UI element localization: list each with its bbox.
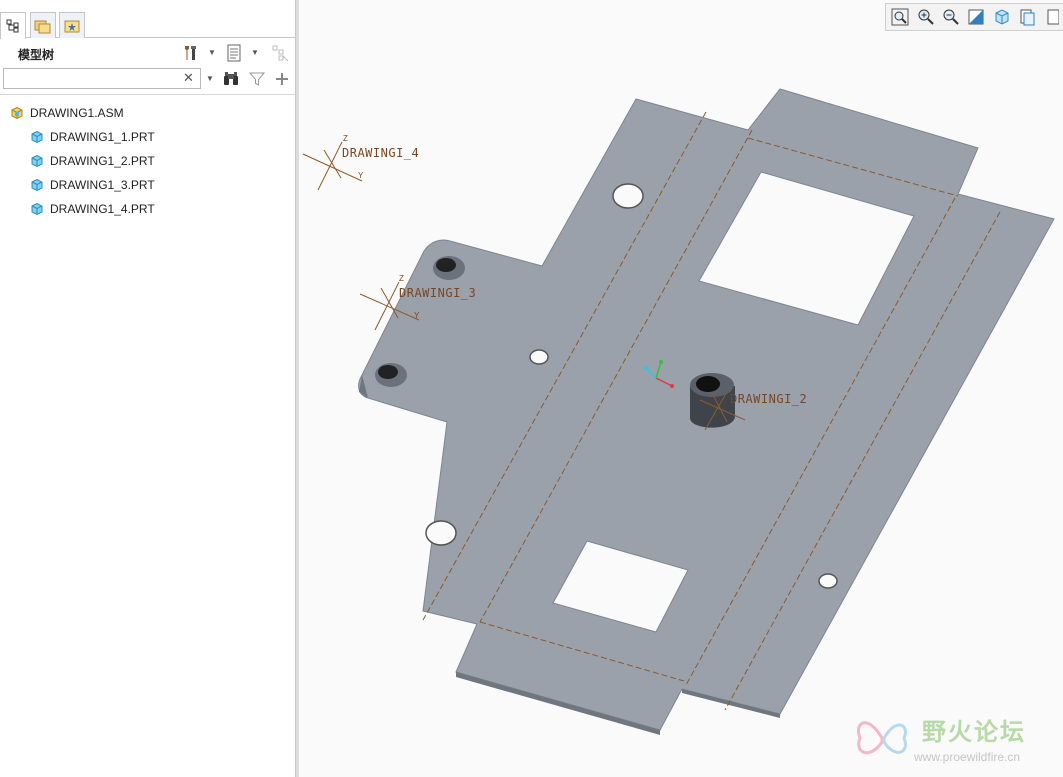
watermark-title: 野火论坛 xyxy=(922,718,1026,746)
axis-label-z: Z xyxy=(343,134,348,143)
tree-item-label: DRAWING1.ASM xyxy=(30,106,124,120)
zoom-out-icon xyxy=(943,9,959,25)
zoom-out-button[interactable] xyxy=(941,6,961,28)
graphics-viewport[interactable]: Z Y DRAWINGI_4 Z Y DRAWINGI_3 DRAWINGI_2 xyxy=(300,0,1063,777)
csys-label: DRAWINGI_4 xyxy=(342,146,419,160)
settings-dropdown-caret[interactable]: ▼ xyxy=(208,48,216,57)
tree-item-root[interactable]: DRAWING1.ASM xyxy=(0,101,296,125)
clear-search-icon[interactable]: ✕ xyxy=(183,70,194,86)
tab-favorites[interactable] xyxy=(59,12,85,38)
tree-item-label: DRAWING1_1.PRT xyxy=(50,130,155,144)
saved-orientations-button[interactable] xyxy=(992,6,1012,28)
mounting-hole xyxy=(818,573,838,589)
saved-orientations-icon xyxy=(995,9,1009,25)
mounting-hole xyxy=(612,183,644,209)
folder-browser-icon xyxy=(34,20,51,33)
tree-separator xyxy=(0,94,296,95)
mounting-hole xyxy=(529,349,549,365)
model-tree-icon xyxy=(6,19,19,33)
settings-tools-icon[interactable] xyxy=(181,43,201,63)
axis-label-y: Y xyxy=(414,311,420,320)
display-style-button[interactable] xyxy=(1043,6,1063,28)
tree-item-part[interactable]: DRAWING1_1.PRT xyxy=(0,125,296,149)
model-tree: DRAWING1.ASM DRAWING1_1.PRT DRAWING1_2.P… xyxy=(0,101,296,221)
boss-hole xyxy=(378,365,398,379)
butterfly-logo-icon xyxy=(857,721,907,755)
tree-item-label: DRAWING1_2.PRT xyxy=(50,154,155,168)
refit-button[interactable] xyxy=(890,6,910,28)
show-dropdown-caret[interactable]: ▼ xyxy=(251,48,259,57)
watermark-url: www.proewildfire.cn xyxy=(914,750,1021,764)
search-input[interactable] xyxy=(3,68,201,89)
standoff-hole xyxy=(696,376,720,392)
csys-label: DRAWINGI_3 xyxy=(399,286,476,300)
watermark: 野火论坛 www.proewildfire.cn xyxy=(852,708,1060,772)
find-binoculars-icon[interactable] xyxy=(221,68,241,89)
navigator-tabs xyxy=(0,8,296,39)
tree-filter-disabled-icon[interactable] xyxy=(270,43,290,63)
filter-icon[interactable] xyxy=(247,68,267,89)
axis-label-z: Z xyxy=(399,274,404,283)
tree-item-part[interactable]: DRAWING1_4.PRT xyxy=(0,197,296,221)
panel-splitter[interactable] xyxy=(295,0,299,777)
tree-item-label: DRAWING1_3.PRT xyxy=(50,178,155,192)
model-tree-header: 模型树 ▼ ▼ xyxy=(0,40,296,66)
part-icon xyxy=(31,130,43,144)
refit-icon xyxy=(891,8,909,26)
zoom-in-button[interactable] xyxy=(915,6,935,28)
model-tree-search-row: ✕ ▼ xyxy=(0,67,296,91)
add-column-icon[interactable] xyxy=(272,68,292,89)
navigator-panel: 模型树 ▼ ▼ ✕ ▼ DRAWING1.ASM DRAWING1_1.PRT … xyxy=(0,0,296,777)
assembly-icon xyxy=(11,106,23,120)
mounting-hole xyxy=(425,520,457,546)
axis-label-y: Y xyxy=(358,171,364,180)
repaint-button[interactable] xyxy=(966,6,986,28)
zoom-in-icon xyxy=(918,9,934,25)
graphics-toolbar xyxy=(885,3,1063,31)
named-views-icon xyxy=(1020,9,1035,26)
tab-folder-browser[interactable] xyxy=(30,12,56,38)
boss-hole xyxy=(436,258,456,272)
tab-model-tree[interactable] xyxy=(0,12,26,39)
app-window: 模型树 ▼ ▼ ✕ ▼ DRAWING1.ASM DRAWING1_1.PRT … xyxy=(0,0,1063,777)
repaint-icon xyxy=(968,9,984,25)
display-style-icon xyxy=(1047,9,1059,25)
part-icon xyxy=(31,202,43,216)
tree-item-part[interactable]: DRAWING1_3.PRT xyxy=(0,173,296,197)
search-history-caret[interactable]: ▼ xyxy=(206,74,214,83)
model-tree-title: 模型树 xyxy=(18,48,55,62)
favorites-icon xyxy=(64,20,80,32)
show-list-icon[interactable] xyxy=(224,43,244,63)
tree-item-label: DRAWING1_4.PRT xyxy=(50,202,155,216)
csys-label: DRAWINGI_2 xyxy=(730,392,807,406)
csys-drawing4[interactable]: Z Y xyxy=(302,134,364,191)
part-icon xyxy=(31,178,43,192)
named-views-button[interactable] xyxy=(1017,6,1037,28)
part-icon xyxy=(31,154,43,168)
tree-item-part[interactable]: DRAWING1_2.PRT xyxy=(0,149,296,173)
